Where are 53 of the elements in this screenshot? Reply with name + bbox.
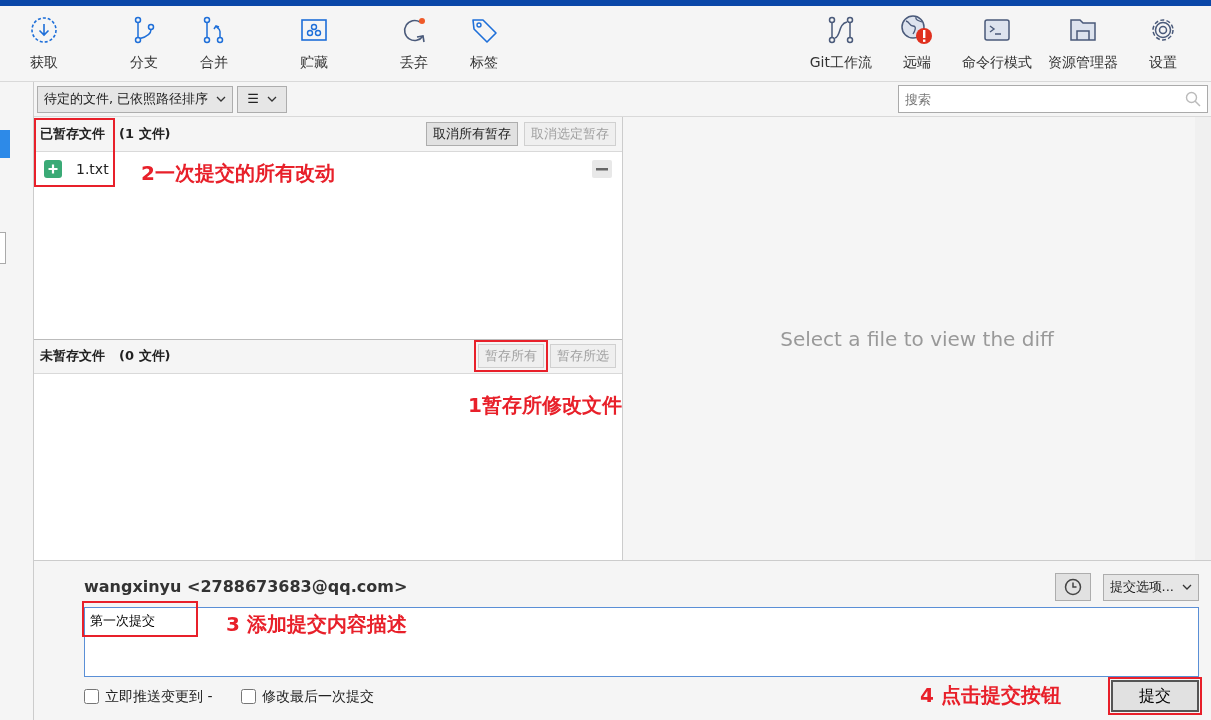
toolbar-button[interactable]: 合并: [179, 14, 249, 73]
checkbox-label: 修改最后一次提交: [261, 686, 374, 706]
branch-icon: [132, 16, 156, 44]
folder-icon: [1069, 17, 1097, 43]
minus-icon: [596, 167, 608, 171]
annotation-text: 3 添加提交内容描述: [226, 611, 407, 638]
toolbar-button[interactable]: 设置: [1128, 14, 1198, 73]
search-field[interactable]: 搜索: [898, 85, 1208, 113]
search-icon: [1185, 91, 1201, 107]
scrollbar[interactable]: [1195, 117, 1211, 560]
caret-icon: [266, 96, 277, 102]
commit-button[interactable]: 提交: [1111, 680, 1199, 712]
view-menu-button[interactable]: ☰: [237, 85, 287, 113]
workflow-icon: [826, 16, 855, 44]
toolbar-button[interactable]: 命令行模式: [956, 14, 1038, 73]
annotation-text: 4 点击提交按钮: [920, 682, 1061, 709]
download-icon: [30, 16, 58, 44]
clock-icon: [1063, 578, 1082, 596]
checkbox[interactable]: [240, 688, 256, 704]
toolbar-button[interactable]: 资源管理器: [1042, 14, 1124, 73]
history-button[interactable]: [1054, 573, 1091, 601]
toolbar-button[interactable]: 远端: [882, 14, 952, 73]
caret-icon: [216, 96, 227, 102]
file-added-icon: [44, 160, 62, 178]
checkbox[interactable]: [84, 688, 99, 704]
sort-dropdown[interactable]: 待定的文件, 已依照路径排序: [37, 85, 234, 113]
unstage-button[interactable]: [592, 160, 612, 178]
commit-author: wangxinyu <2788673683@qq.com>: [84, 576, 408, 598]
annotation-text: 1暂存所修改文件: [468, 392, 622, 419]
stage-button[interactable]: 取消所有暂存: [426, 122, 518, 146]
caret-icon: [1182, 584, 1192, 590]
toolbar-button[interactable]: 分支: [109, 14, 179, 73]
toolbar-button[interactable]: 丢弃: [379, 14, 449, 73]
pane-title: 已暂存文件: [40, 125, 105, 144]
merge-icon: [202, 16, 226, 44]
file-count: (1 文件): [119, 125, 171, 144]
commit-options-dropdown[interactable]: 提交选项...: [1102, 573, 1199, 601]
annotation-text: 2一次提交的所有改动: [141, 160, 335, 187]
file-count: (0 文件): [119, 347, 171, 366]
toolbar-button[interactable]: 获取: [9, 14, 79, 73]
selection-marker: [0, 130, 10, 158]
pane-title: 未暂存文件: [40, 347, 105, 366]
toolbar-button[interactable]: 贮藏: [279, 14, 349, 73]
diff-placeholder-text: Select a file to view the diff: [780, 325, 1054, 353]
globe-alert-icon: [900, 14, 934, 46]
toolbar-button[interactable]: 标签: [449, 14, 519, 73]
stash-icon: [300, 17, 328, 43]
tag-icon: [470, 16, 498, 44]
toolbar-button[interactable]: Git工作流: [803, 14, 878, 73]
settings-icon: [1149, 16, 1177, 44]
checkbox-label: 立即推送变更到 -: [105, 686, 213, 706]
file-name[interactable]: 1.txt: [76, 158, 109, 180]
terminal-icon: [983, 17, 1011, 43]
